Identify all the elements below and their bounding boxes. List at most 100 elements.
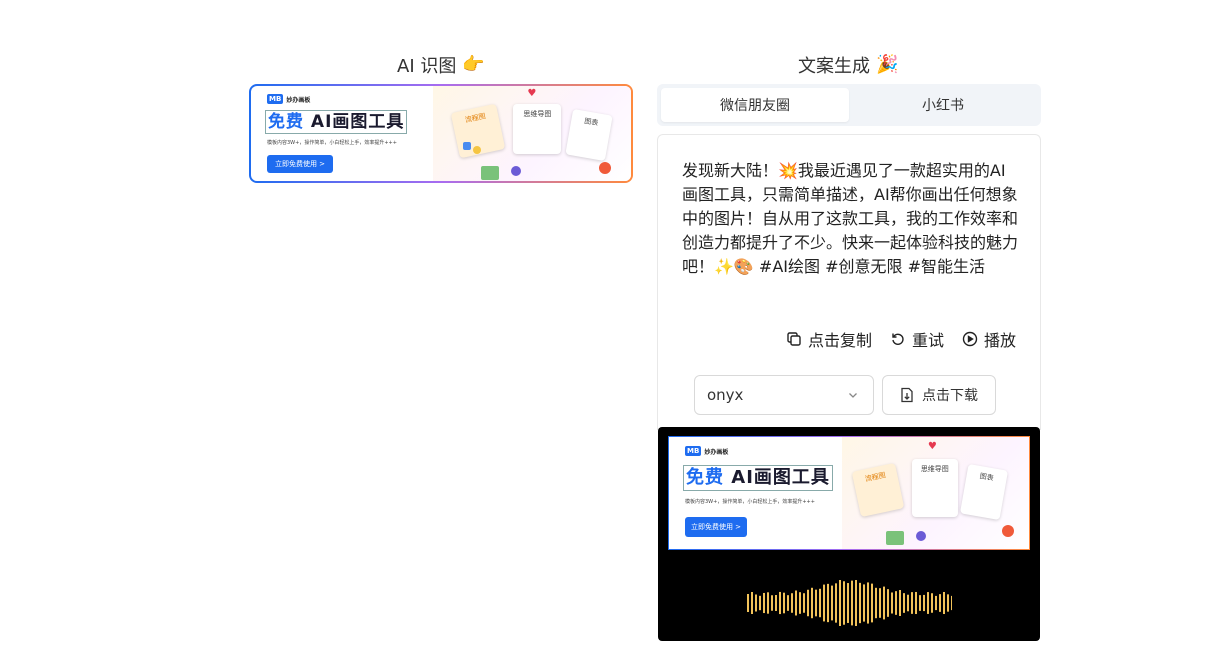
- waveform-bar: [795, 590, 797, 616]
- waveform-bar: [779, 591, 781, 615]
- tab-xiaohongshu[interactable]: 小红书: [849, 88, 1037, 122]
- waveform-bar: [907, 594, 909, 612]
- waveform-bar: [775, 595, 777, 611]
- waveform-bar: [883, 586, 885, 620]
- waveform-bar: [895, 591, 897, 615]
- waveform-bar: [751, 592, 753, 614]
- video-card-flowchart: 流程图: [851, 462, 905, 518]
- banner-title-free: 免费: [268, 112, 304, 132]
- card-mindmap: 思维导图: [513, 104, 562, 154]
- video-banner-title: 免费 AI画图工具: [683, 465, 833, 491]
- video-shape-purple: [915, 531, 926, 541]
- waveform-bar: [859, 582, 861, 624]
- tab-wechat-moments[interactable]: 微信朋友圈: [661, 88, 849, 122]
- video-shape-green: [885, 531, 904, 545]
- ai-recognize-title: AI 识图 👉: [397, 52, 485, 78]
- video-heart-icon: ♥: [927, 441, 937, 452]
- banner-title: 免费 AI画图工具: [265, 110, 408, 134]
- waveform-bar: [899, 590, 901, 616]
- shape-purple: [511, 166, 522, 176]
- file-download-icon: [901, 387, 913, 403]
- waveform-bar: [875, 587, 877, 619]
- video-card-mindmap: 思维导图: [911, 459, 958, 517]
- waveform-bar: [871, 583, 873, 623]
- waveform-bar: [771, 595, 773, 611]
- waveform-bar: [931, 593, 933, 613]
- waveform-bar: [935, 595, 937, 611]
- waveform-bar: [943, 591, 945, 615]
- waveform-bar: [823, 584, 825, 622]
- waveform-bar: [815, 589, 817, 617]
- download-button[interactable]: 点击下载: [882, 375, 996, 415]
- download-button-label: 点击下载: [922, 388, 978, 404]
- banner-logo: MB 妙办画板: [267, 94, 310, 104]
- retry-button-label: 重试: [911, 331, 944, 350]
- waveform-bar: [783, 592, 785, 614]
- waveform-bar: [923, 594, 925, 612]
- waveform-bar: [951, 595, 952, 611]
- copy-actions: 点击复制 重试 播放: [786, 327, 1016, 351]
- banner-cta-button: 立即免费使用 >: [267, 155, 333, 173]
- play-icon: [962, 331, 978, 347]
- banner-logo-text: 妙办画板: [286, 96, 311, 104]
- waveform-bar: [863, 584, 865, 622]
- copy-icon: [787, 332, 801, 346]
- banner-desc: 模板内容3W+，操作简单，小白轻松上手，效率提升+++: [267, 140, 397, 146]
- video-logo-mark-icon: MB: [685, 446, 702, 456]
- logo-mark-icon: MB: [267, 94, 284, 104]
- video-card-chart: 图表: [959, 463, 1008, 521]
- waveform-bar: [767, 592, 769, 614]
- ai-recognize-title-text: AI 识图: [397, 56, 457, 77]
- play-button[interactable]: 播放: [962, 327, 1016, 351]
- waveform-bar: [807, 589, 809, 617]
- video-banner-desc: 模板内容3W+，操作简单，小白轻松上手，效率提升+++: [685, 499, 815, 505]
- banner-illustration: 流程图 思维导图 图表 ♥: [433, 86, 631, 181]
- waveform-bar: [919, 595, 921, 611]
- waveform-bar: [747, 593, 749, 613]
- waveform-bar: [831, 585, 833, 621]
- voice-select[interactable]: onyx: [694, 375, 874, 415]
- waveform-bar: [803, 593, 805, 613]
- retry-button[interactable]: 重试: [890, 327, 944, 351]
- waveform-bar: [879, 588, 881, 618]
- shape-red: [599, 162, 612, 174]
- chevron-down-icon: [849, 393, 857, 398]
- audio-waveform: [747, 580, 952, 626]
- waveform-bar: [911, 592, 913, 614]
- waveform-bar: [939, 594, 941, 612]
- card-chart: 图表: [565, 108, 614, 162]
- video-banner-image: MB 妙办画板 免费 AI画图工具 模板内容3W+，操作简单，小白轻松上手，效率…: [668, 436, 1030, 550]
- waveform-bar: [811, 587, 813, 619]
- waveform-bar: [763, 592, 765, 614]
- heart-icon: ♥: [527, 88, 537, 99]
- platform-tabs: 微信朋友圈 小红书: [657, 84, 1041, 126]
- copy-generate-title: 文案生成 🎉: [798, 52, 898, 78]
- waveform-bar: [887, 589, 889, 617]
- shape-blue: [463, 142, 472, 150]
- voice-select-value: onyx: [707, 386, 744, 404]
- waveform-bar: [791, 593, 793, 613]
- video-banner-cta: 立即免费使用 >: [685, 517, 747, 537]
- waveform-bar: [843, 581, 845, 625]
- waveform-bar: [787, 595, 789, 611]
- copy-button[interactable]: 点击复制: [786, 327, 872, 351]
- uploaded-image-banner: MB 妙办画板 免费 AI画图工具 模板内容3W+，操作简单，小白轻松上手，效率…: [249, 84, 633, 183]
- waveform-bar: [839, 580, 841, 626]
- waveform-bar: [835, 583, 837, 623]
- pointing-hand-icon: 👉: [462, 54, 485, 75]
- play-button-label: 播放: [983, 331, 1016, 350]
- copy-generate-title-text: 文案生成: [798, 56, 870, 77]
- video-shape-red: [1001, 525, 1014, 537]
- banner-title-rest: AI画图工具: [310, 112, 405, 132]
- retry-icon: [892, 333, 904, 345]
- waveform-bar: [851, 580, 853, 626]
- copy-button-label: 点击复制: [807, 331, 872, 350]
- video-banner-logo: MB 妙办画板: [685, 446, 729, 456]
- waveform-bar: [867, 582, 869, 624]
- waveform-bar: [927, 592, 929, 614]
- waveform-bar: [903, 593, 905, 613]
- waveform-bar: [799, 592, 801, 614]
- waveform-bar: [847, 583, 849, 623]
- waveform-bar: [819, 588, 821, 618]
- video-banner-illustration: 流程图 思维导图 图表 ♥: [841, 437, 1029, 549]
